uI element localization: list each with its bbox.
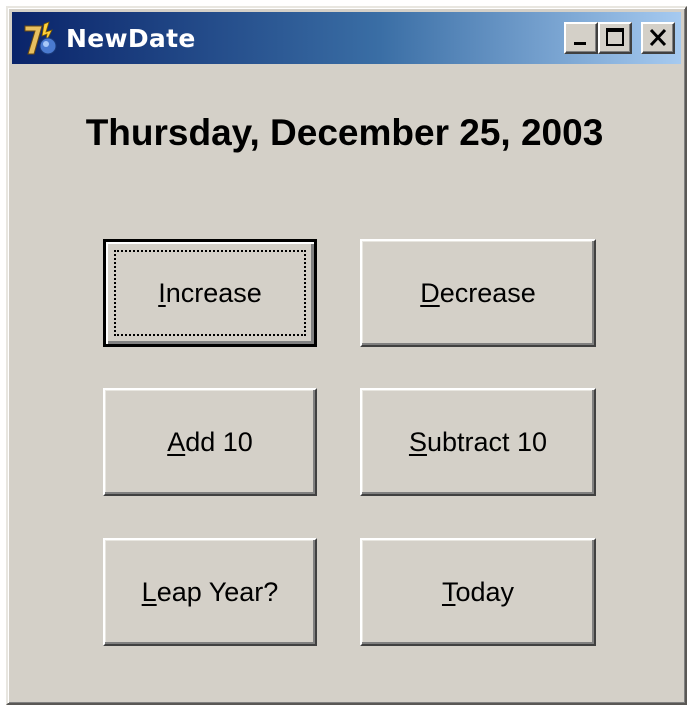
add-10-button[interactable]: Add 10: [103, 388, 317, 496]
maximize-button[interactable]: [598, 22, 632, 54]
decrease-button[interactable]: Decrease: [360, 239, 596, 347]
button-label: Add 10: [167, 426, 253, 457]
window-title: NewDate: [66, 24, 196, 53]
button-label: Decrease: [420, 277, 536, 308]
leap-year-button[interactable]: Leap Year?: [103, 538, 317, 646]
minimize-icon: [574, 42, 586, 45]
java-cup-icon: [22, 20, 62, 56]
button-label: Today: [441, 576, 515, 607]
minimize-button[interactable]: [564, 22, 598, 54]
close-button[interactable]: [641, 22, 675, 54]
button-label: Subtract 10: [408, 426, 548, 457]
focus-ring: [114, 250, 306, 336]
maximize-icon: [606, 28, 624, 46]
title-bar[interactable]: NewDate: [12, 12, 681, 64]
date-display: Thursday, December 25, 2003: [85, 112, 604, 153]
increase-button[interactable]: Increase: [103, 239, 317, 347]
today-button[interactable]: Today: [360, 538, 596, 646]
subtract-10-button[interactable]: Subtract 10: [360, 388, 596, 496]
app-window: NewDate Thursday, December 25, 2003 Incr…: [6, 6, 687, 705]
button-label: Leap Year?: [141, 576, 279, 607]
close-icon: [649, 28, 667, 47]
